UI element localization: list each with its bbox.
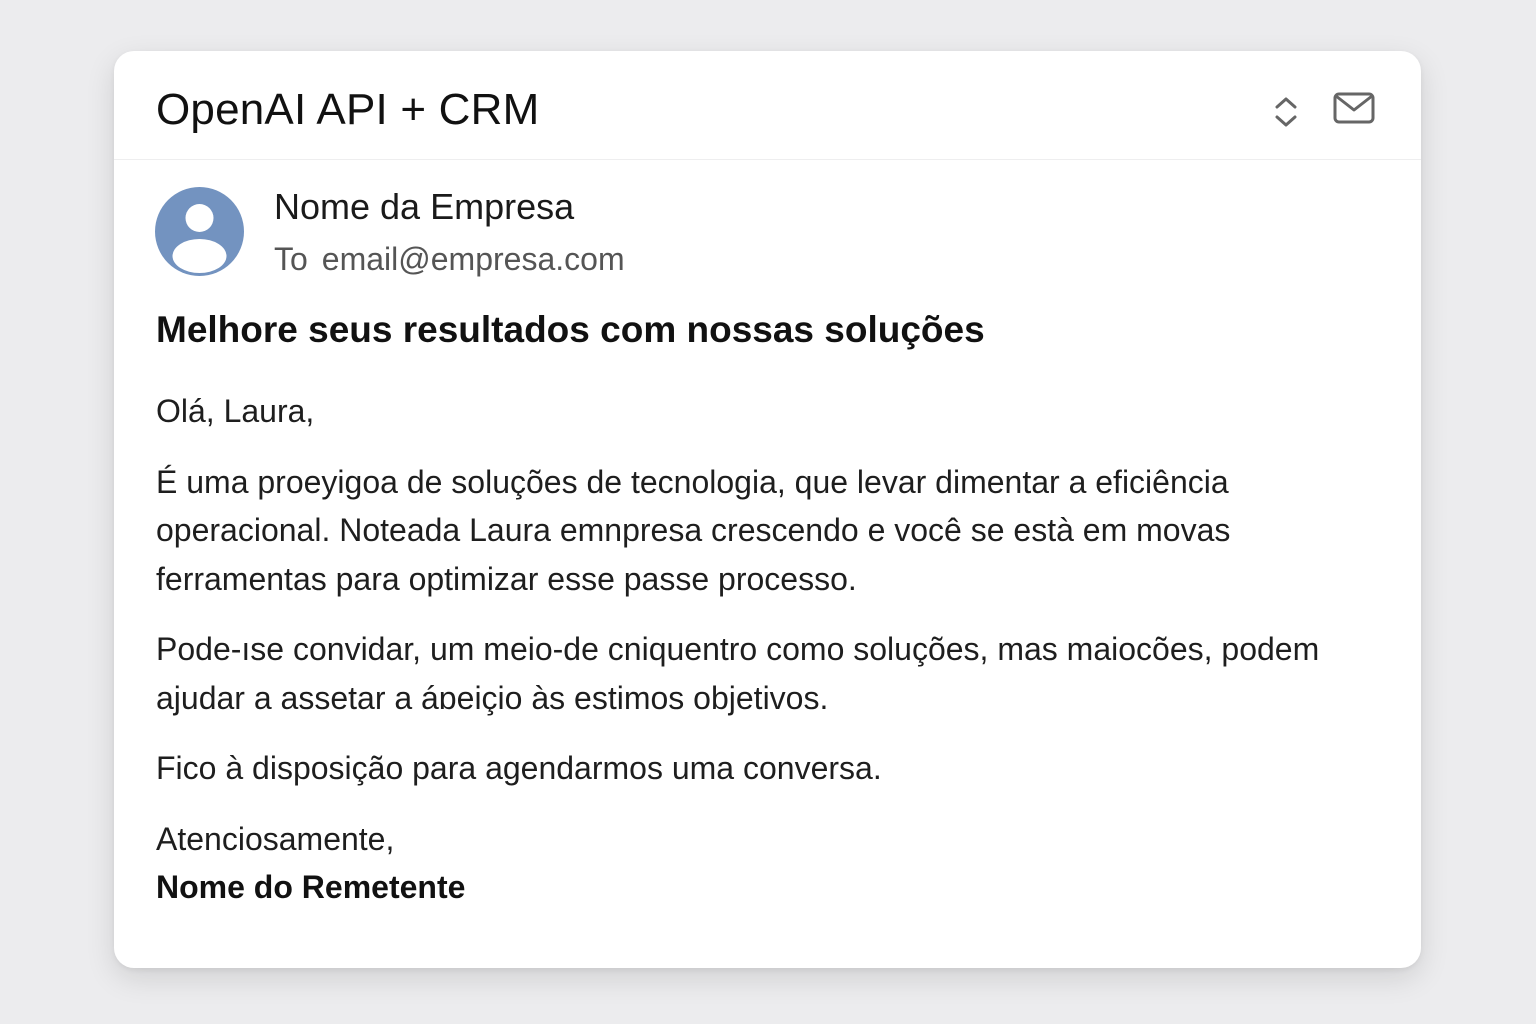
sort-icon[interactable] [1272, 95, 1300, 129]
recipient-address[interactable]: email@empresa.com [322, 241, 625, 277]
body-paragraph-3: Fico à disposição para agendarmos uma co… [156, 750, 882, 786]
greeting: Olá, Laura, [156, 393, 315, 429]
body-paragraph-1: É uma proeyigoa de soluções de tecnologi… [156, 463, 1231, 597]
email-card: OpenAI API + CRM Nome da Empresa To email… [114, 51, 1421, 968]
closing: Atenciosamente, [156, 820, 395, 857]
signature: Nome do Remetente [156, 869, 466, 905]
email-header: OpenAI API + CRM [114, 51, 1421, 160]
email-body: Olá, Laura, É uma proeyigoa de soluções … [156, 387, 1406, 912]
mail-icon[interactable] [1333, 92, 1375, 124]
avatar [155, 187, 244, 276]
to-label: To [274, 241, 308, 277]
email-subject: Melhore seus resultados com nossas soluç… [156, 309, 985, 350]
window-title: OpenAI API + CRM [156, 85, 540, 134]
recipient-line: To email@empresa.com [274, 241, 625, 278]
body-paragraph-2: Pode-ıse convidar, um meio-de cniquentro… [156, 631, 1320, 716]
sender-name: Nome da Empresa [274, 186, 575, 227]
closing-block: Atenciosamente, Nome do Remetente [156, 815, 1406, 912]
